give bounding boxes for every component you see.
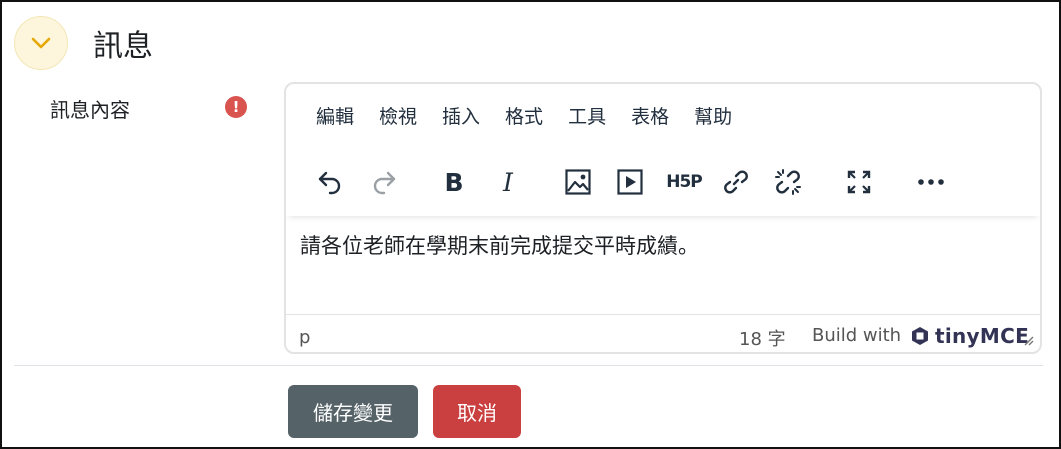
more-icon <box>918 179 944 185</box>
tinymce-logo-icon <box>912 327 928 345</box>
link-icon <box>724 170 748 194</box>
editor-statusbar: p 18 字 Build with tinyMCE <box>286 314 1040 352</box>
fullscreen-icon <box>847 170 871 194</box>
menu-format[interactable]: 格式 <box>505 102 543 132</box>
undo-button[interactable] <box>312 164 348 200</box>
h5p-icon: H5P <box>666 172 703 192</box>
insert-image-button[interactable] <box>560 164 596 200</box>
menu-table[interactable]: 表格 <box>631 102 669 132</box>
insert-link-button[interactable] <box>718 164 754 200</box>
word-count[interactable]: 18 字 <box>739 325 786 351</box>
redo-button[interactable] <box>366 164 402 200</box>
fullscreen-button[interactable] <box>841 164 877 200</box>
section-header: 訊息 <box>14 16 153 70</box>
unlink-icon <box>775 169 801 195</box>
cancel-button[interactable]: 取消 <box>433 385 521 438</box>
collapse-toggle-button[interactable] <box>14 16 68 70</box>
rich-text-editor: 編輯 檢視 插入 格式 工具 表格 幫助 B I H5P 請各位老師在學期末前完… <box>284 82 1042 354</box>
image-icon <box>565 169 591 195</box>
menu-edit[interactable]: 編輯 <box>316 102 354 132</box>
editor-toolbar: B I H5P <box>286 154 1040 216</box>
italic-icon: I <box>503 167 513 197</box>
bold-icon: B <box>444 167 464 197</box>
more-button[interactable] <box>913 164 949 200</box>
insert-h5p-button[interactable]: H5P <box>662 164 706 200</box>
element-path[interactable]: p <box>299 327 310 348</box>
menu-help[interactable]: 幫助 <box>694 102 732 132</box>
tinymce-brand: tinyMCE <box>935 324 1030 348</box>
unlink-button[interactable] <box>770 164 806 200</box>
insert-media-button[interactable] <box>612 164 648 200</box>
build-with-text: Build with <box>812 325 902 346</box>
menu-view[interactable]: 檢視 <box>379 102 417 132</box>
section-title: 訊息 <box>93 29 153 64</box>
redo-icon <box>373 171 396 195</box>
tinymce-link[interactable]: tinyMCE <box>910 324 1029 348</box>
undo-icon <box>318 171 341 195</box>
bold-button[interactable]: B <box>436 164 472 200</box>
resize-handle-icon[interactable] <box>1022 334 1034 346</box>
save-changes-button[interactable]: 儲存變更 <box>288 385 418 438</box>
chevron-down-icon <box>31 37 51 49</box>
form-divider <box>14 365 1043 366</box>
editor-content[interactable]: 請各位老師在學期末前完成提交平時成績。 <box>300 230 699 260</box>
editor-menubar: 編輯 檢視 插入 格式 工具 表格 幫助 <box>286 102 757 132</box>
menu-tools[interactable]: 工具 <box>568 102 606 132</box>
menu-insert[interactable]: 插入 <box>442 102 480 132</box>
required-icon: ! <box>225 96 247 118</box>
italic-button[interactable]: I <box>490 164 526 200</box>
media-icon <box>617 169 643 195</box>
field-label: 訊息內容 <box>50 98 130 122</box>
